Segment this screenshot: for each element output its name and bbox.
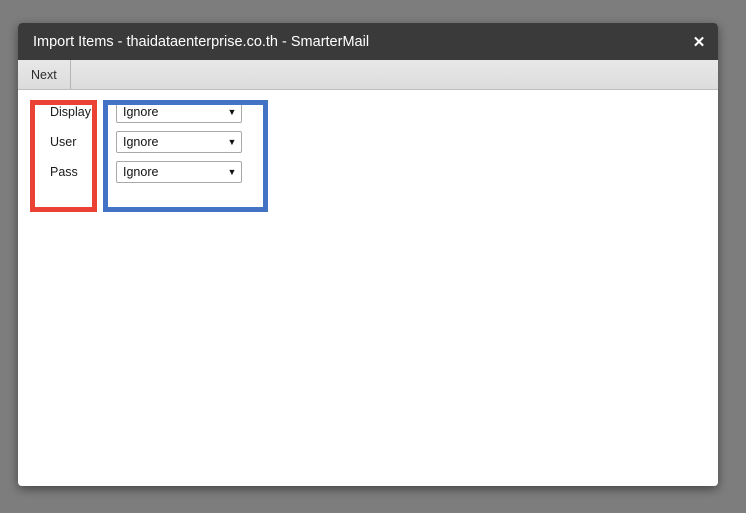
select-pass[interactable]: Ignore ▼: [116, 161, 242, 183]
select-value: Ignore: [123, 105, 159, 119]
dialog-title: Import Items - thaidataenterprise.co.th …: [33, 33, 370, 50]
next-button[interactable]: Next: [18, 60, 71, 89]
field-label-user: User: [50, 135, 77, 149]
field-label-pass: Pass: [50, 165, 78, 179]
import-items-dialog: Import Items - thaidataenterprise.co.th …: [18, 23, 718, 486]
dialog-toolbar: Next: [18, 60, 718, 90]
close-icon[interactable]: ✕: [680, 23, 718, 60]
field-select-wrapper: Ignore ▼: [103, 161, 268, 183]
dialog-body: Display Ignore ▼ User Ignore ▼ Pass Ignore ▼: [18, 90, 718, 486]
select-user[interactable]: Ignore ▼: [116, 131, 242, 153]
field-select-wrapper: Ignore ▼: [103, 131, 268, 153]
chevron-down-icon: ▼: [227, 106, 237, 117]
dialog-titlebar: Import Items - thaidataenterprise.co.th …: [18, 23, 718, 60]
field-label-display: Display: [50, 105, 91, 119]
field-mapping-form: Display Ignore ▼ User Ignore ▼ Pass Ignore ▼: [36, 97, 268, 187]
field-select-wrapper: Ignore ▼: [103, 101, 268, 123]
chevron-down-icon: ▼: [227, 136, 237, 147]
select-display[interactable]: Ignore ▼: [116, 101, 242, 123]
select-value: Ignore: [123, 165, 159, 179]
select-value: Ignore: [123, 135, 159, 149]
chevron-down-icon: ▼: [227, 166, 237, 177]
